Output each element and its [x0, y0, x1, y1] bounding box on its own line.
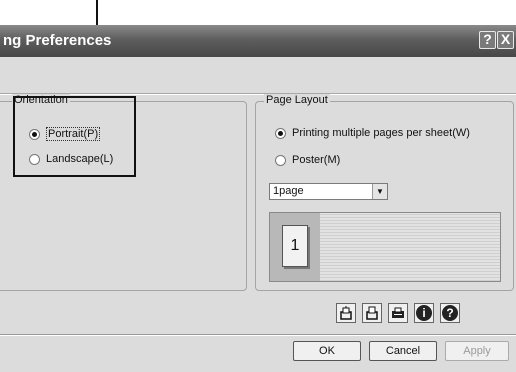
- window-titlebar: ng Preferences ? X: [0, 25, 516, 57]
- help-titlebar-button[interactable]: ?: [479, 31, 496, 49]
- printer-settings-icon[interactable]: [388, 303, 408, 323]
- cancel-button[interactable]: Cancel: [369, 341, 437, 361]
- info-icon[interactable]: i: [414, 303, 434, 323]
- poster-radio[interactable]: Poster(M): [275, 154, 340, 166]
- staple-print-icon[interactable]: [362, 303, 382, 323]
- multiple-pages-label: Printing multiple pages per sheet(W): [292, 127, 470, 139]
- pages-per-sheet-value: 1page: [273, 185, 304, 197]
- ok-button[interactable]: OK: [293, 341, 361, 361]
- radio-checked-icon: [275, 127, 286, 139]
- pages-per-sheet-select[interactable]: 1page ▼: [269, 183, 388, 200]
- callout-highlight-box: [13, 96, 136, 177]
- collate-print-icon[interactable]: [336, 303, 356, 323]
- preview-page: 1: [282, 225, 308, 267]
- apply-button[interactable]: Apply: [445, 341, 509, 361]
- poster-label: Poster(M): [292, 154, 341, 166]
- page-layout-group-label: Page Layout: [264, 94, 330, 106]
- radio-unchecked-icon: [275, 154, 286, 166]
- close-button[interactable]: X: [497, 31, 514, 49]
- tab-divider: [0, 93, 516, 95]
- chevron-down-icon[interactable]: ▼: [372, 184, 387, 199]
- button-bar-divider: [0, 334, 516, 336]
- help-icon[interactable]: ?: [440, 303, 460, 323]
- window-title: ng Preferences: [3, 32, 112, 49]
- layout-preview: 1: [269, 212, 501, 282]
- multiple-pages-radio[interactable]: Printing multiple pages per sheet(W): [275, 127, 470, 139]
